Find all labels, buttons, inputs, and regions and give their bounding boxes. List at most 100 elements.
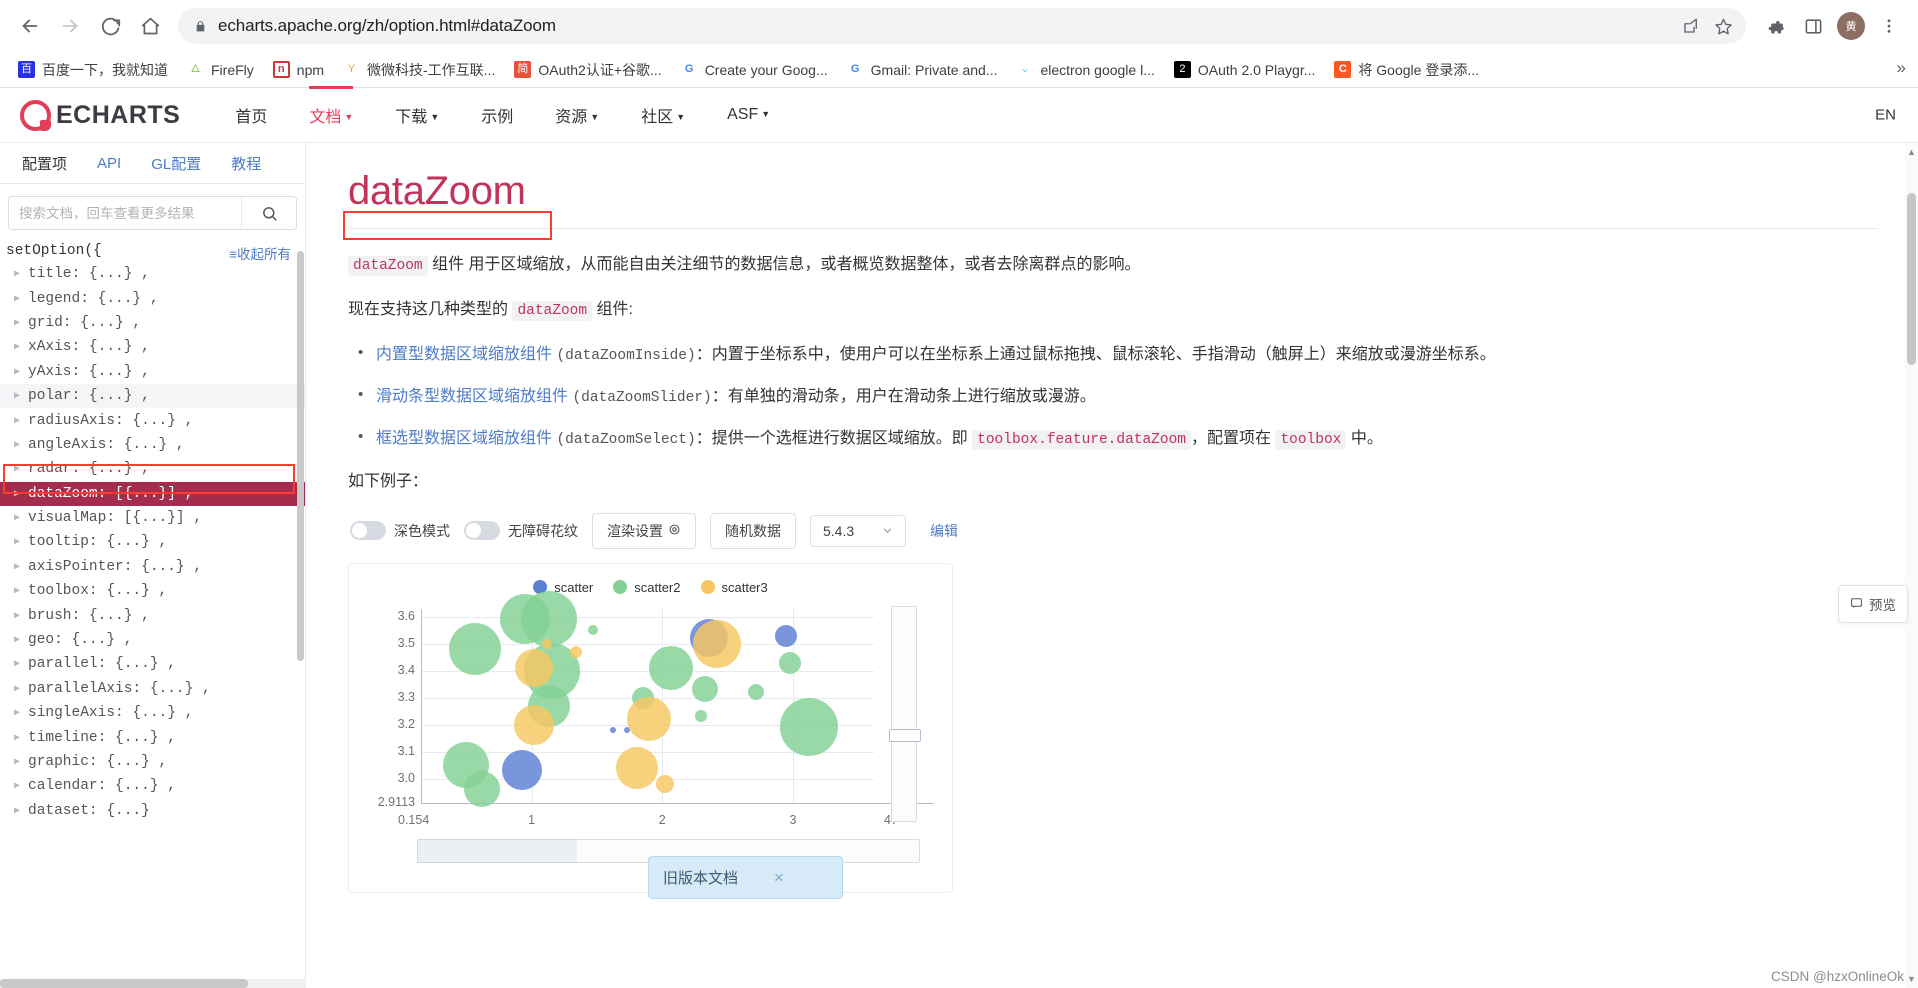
scroll-down-arrow[interactable]: ▼	[1907, 974, 1916, 984]
search-box[interactable]	[8, 196, 297, 230]
tree-item-calendar[interactable]: ▶ calendar: {...} ,	[0, 774, 305, 798]
bookmark-item[interactable]: Y 微微科技-工作互联...	[335, 56, 503, 84]
echarts-logo[interactable]: ECHARTS	[20, 99, 180, 131]
preview-button[interactable]: 预览	[1838, 585, 1908, 623]
tree-item-singleAxis[interactable]: ▶ singleAxis: {...} ,	[0, 701, 305, 725]
version-select[interactable]: 5.4.3	[810, 514, 906, 547]
edit-link[interactable]: 编辑	[930, 521, 958, 541]
tree-item-yAxis[interactable]: ▶ yAxis: {...} ,	[0, 360, 305, 384]
tree-item-polar[interactable]: ▶ polar: {...} ,	[0, 383, 305, 409]
chevron-right-icon[interactable]: ▶	[14, 415, 28, 427]
scatter-point[interactable]	[627, 697, 672, 742]
tree-item-radiusAxis[interactable]: ▶ radiusAxis: {...} ,	[0, 408, 305, 432]
puzzle-piece-icon[interactable]	[1760, 9, 1794, 43]
scatter-point[interactable]	[463, 771, 500, 808]
chevron-right-icon[interactable]: ▶	[14, 439, 28, 451]
bookmark-item[interactable]: C 将 Google 登录添...	[1326, 56, 1487, 84]
chevron-right-icon[interactable]: ▶	[14, 756, 28, 768]
chevron-right-icon[interactable]: ▶	[14, 610, 28, 622]
tree-item-brush[interactable]: ▶ brush: {...} ,	[0, 603, 305, 627]
bookmark-item[interactable]: 2 OAuth 2.0 Playgr...	[1166, 57, 1324, 82]
bookmark-item[interactable]: G Gmail: Private and...	[839, 57, 1006, 82]
tab-tutorial[interactable]: 教程	[217, 144, 275, 183]
scatter-point[interactable]	[779, 698, 838, 757]
scroll-up-arrow[interactable]: ▲	[1907, 147, 1916, 157]
bookmark-item[interactable]: 百百度一下，我就知道	[10, 56, 176, 84]
scatter-point[interactable]	[775, 624, 798, 647]
nav-item-community[interactable]: 社区 ▼	[620, 86, 706, 144]
tab-option[interactable]: 配置项	[8, 144, 81, 183]
tree-item-radar[interactable]: ▶ radar: {...} ,	[0, 457, 305, 481]
tree-item-grid[interactable]: ▶ grid: {...} ,	[0, 311, 305, 335]
render-settings-button[interactable]: 渲染设置	[592, 512, 696, 549]
legacy-docs-label[interactable]: 旧版本文档	[663, 867, 738, 888]
chevron-right-icon[interactable]: ▶	[14, 585, 28, 597]
search-input[interactable]	[9, 197, 241, 229]
datazoom-slider-link[interactable]: 滑动条型数据区域缩放组件	[376, 388, 568, 405]
tab-api[interactable]: API	[83, 146, 135, 181]
bookmark-item[interactable]: ⌄ electron google l...	[1008, 57, 1162, 82]
legend-entry-scatter2[interactable]: scatter2	[613, 580, 681, 595]
nav-item-asf[interactable]: ASF ▼	[706, 89, 791, 141]
address-bar[interactable]: echarts.apache.org/zh/option.html#dataZo…	[178, 8, 1746, 44]
chevron-right-icon[interactable]: ▶	[14, 366, 28, 378]
scatter-plot[interactable]: 3.03.13.23.33.43.53.62.91131230.15447	[349, 591, 952, 865]
chevron-right-icon[interactable]: ▶	[14, 390, 28, 402]
nav-item-resources[interactable]: 资源 ▼	[534, 86, 620, 144]
tree-item-axisPointer[interactable]: ▶ axisPointer: {...} ,	[0, 555, 305, 579]
chevron-right-icon[interactable]: ▶	[14, 536, 28, 548]
chevron-right-icon[interactable]: ▶	[14, 805, 28, 817]
tree-item-parallel[interactable]: ▶ parallel: {...} ,	[0, 652, 305, 676]
tree-item-tooltip[interactable]: ▶ tooltip: {...} ,	[0, 530, 305, 554]
sidebar-vertical-scrollbar[interactable]	[297, 251, 304, 661]
tree-item-visualMap[interactable]: ▶ visualMap: [{...}] ,	[0, 506, 305, 530]
chevron-right-icon[interactable]: ▶	[14, 561, 28, 573]
scatter-point[interactable]	[449, 623, 502, 675]
avatar[interactable]: 黄	[1837, 12, 1865, 40]
sidebar-horizontal-scrollbar[interactable]	[0, 979, 306, 988]
language-switch[interactable]: EN	[1875, 107, 1896, 124]
scatter-point[interactable]	[570, 645, 582, 658]
chevron-right-icon[interactable]: ▶	[14, 707, 28, 719]
scatter-point[interactable]	[609, 726, 616, 733]
chevron-right-icon[interactable]: ▶	[14, 317, 28, 329]
bookmark-item[interactable]: G Create your Goog...	[673, 57, 836, 82]
tree-item-timeline[interactable]: ▶ timeline: {...} ,	[0, 725, 305, 749]
tree-item-parallelAxis[interactable]: ▶ parallelAxis: {...} ,	[0, 677, 305, 701]
bookmark-item[interactable]: 简 OAuth2认证+谷歌...	[506, 56, 669, 84]
tree-item-dataZoom[interactable]: ▶ dataZoom: [{...}] ,	[0, 481, 305, 506]
search-icon[interactable]	[241, 197, 296, 229]
tree-item-title[interactable]: ▶ title: {...} ,	[0, 262, 305, 286]
datazoom-select-link[interactable]: 框选型数据区域缩放组件	[376, 430, 552, 447]
scatter-point[interactable]	[502, 750, 543, 791]
scatter-point[interactable]	[693, 619, 742, 668]
nav-item-examples[interactable]: 示例	[460, 86, 534, 144]
chevron-right-icon[interactable]: ▶	[14, 488, 28, 500]
chevron-right-icon[interactable]: ▶	[14, 732, 28, 744]
home-button[interactable]	[132, 8, 168, 44]
chevron-right-icon[interactable]: ▶	[14, 634, 28, 646]
tree-item-legend[interactable]: ▶ legend: {...} ,	[0, 286, 305, 310]
back-button[interactable]	[12, 8, 48, 44]
datazoom-handle-vertical[interactable]	[889, 728, 921, 742]
tree-item-dataset[interactable]: ▶ dataset: {...}	[0, 799, 305, 823]
page-scrollbar[interactable]: ▲ ▼	[1905, 143, 1918, 988]
three-dot-menu-icon[interactable]	[1872, 9, 1906, 43]
star-icon[interactable]	[1708, 11, 1738, 41]
tab-gl[interactable]: GL配置	[137, 144, 215, 183]
collapse-all-button[interactable]: ≡收起所有	[229, 243, 291, 263]
nav-item-download[interactable]: 下载 ▼	[374, 86, 460, 144]
random-data-button[interactable]: 随机数据	[710, 512, 796, 549]
scatter-point[interactable]	[616, 746, 659, 789]
nav-item-home[interactable]: 首页	[214, 86, 288, 144]
scatter-point[interactable]	[514, 704, 555, 745]
legend-entry-scatter3[interactable]: scatter3	[700, 580, 768, 595]
chevron-right-icon[interactable]: ▶	[14, 683, 28, 695]
close-icon[interactable]: ×	[774, 868, 784, 888]
nav-item-docs[interactable]: 文档 ▼	[288, 86, 374, 144]
chevron-right-icon[interactable]: ▶	[14, 293, 28, 305]
chevron-right-icon[interactable]: ▶	[14, 658, 28, 670]
scatter-point[interactable]	[695, 710, 708, 723]
scatter-point[interactable]	[587, 625, 598, 636]
chevron-right-icon[interactable]: ▶	[14, 341, 28, 353]
